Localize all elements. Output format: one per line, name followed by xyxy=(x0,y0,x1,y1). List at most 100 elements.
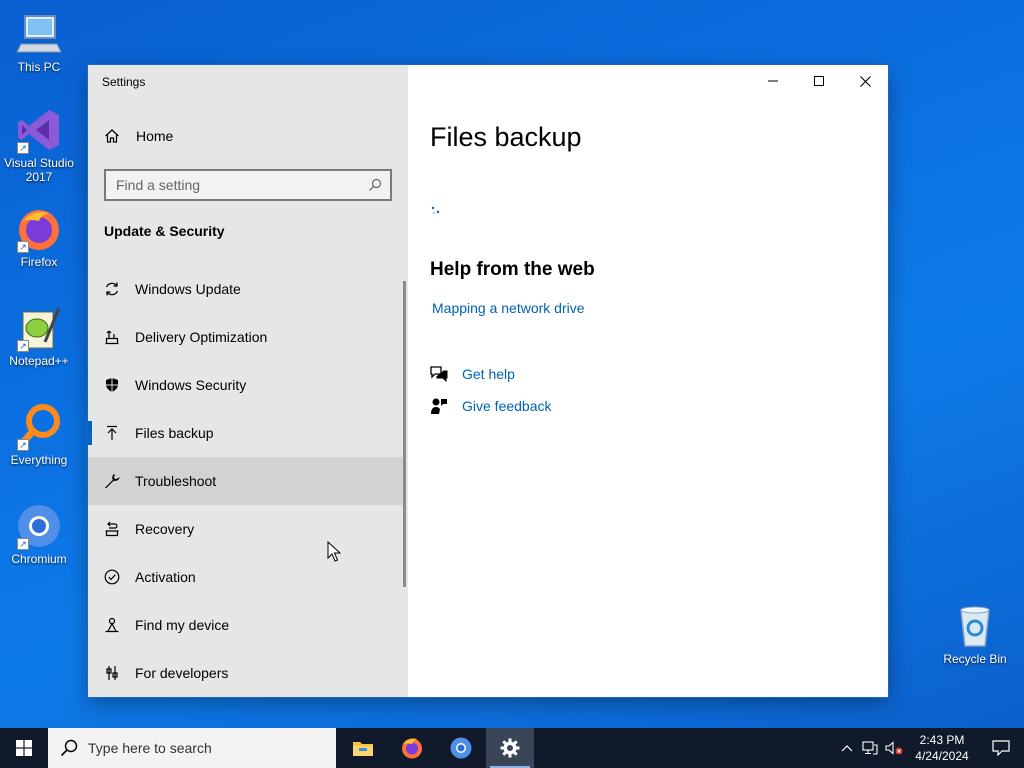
section-title: Update & Security xyxy=(104,223,225,239)
shortcut-arrow-icon: ↗ xyxy=(17,439,29,451)
desktop-icon-chromium[interactable]: ↗ Chromium xyxy=(1,502,77,566)
minimize-button[interactable] xyxy=(750,65,796,97)
find-device-icon xyxy=(104,617,120,633)
visual-studio-icon: ↗ xyxy=(15,106,63,154)
action-center-button[interactable] xyxy=(978,740,1024,756)
help-from-web-title: Help from the web xyxy=(430,259,595,280)
search-icon xyxy=(369,178,382,191)
sidebar-item-label: Recovery xyxy=(135,521,195,537)
settings-window: Settings Home Find a setting Update & Se… xyxy=(88,65,888,697)
feedback-icon xyxy=(431,398,447,414)
sidebar-item-label: Find my device xyxy=(135,617,230,633)
sidebar-item-troubleshoot[interactable]: Troubleshoot xyxy=(88,457,406,505)
settings-gear-icon xyxy=(500,738,520,758)
sidebar-item-label: Windows Security xyxy=(135,377,247,393)
notifications-icon xyxy=(992,740,1010,756)
maximize-icon xyxy=(814,76,824,86)
desktop-icon-recycle-bin[interactable]: Recycle Bin xyxy=(937,602,1013,666)
home-icon xyxy=(105,129,119,143)
desktop-icon-everything[interactable]: ↗ Everything xyxy=(1,403,77,467)
system-tray: 2:43 PM 4/24/2024 xyxy=(836,728,1024,768)
sidebar-item-windows-update[interactable]: Windows Update xyxy=(88,265,406,313)
minimize-icon xyxy=(768,80,778,82)
file-explorer-icon xyxy=(353,742,373,756)
loading-spinner-icon xyxy=(431,206,440,214)
close-icon xyxy=(859,75,871,87)
taskbar-search-placeholder: Type here to search xyxy=(88,740,212,756)
taskbar-search-box[interactable]: Type here to search xyxy=(48,728,336,768)
shield-icon xyxy=(104,377,120,393)
sidebar-item-label: Windows Update xyxy=(135,281,241,297)
sidebar-item-windows-security[interactable]: Windows Security xyxy=(88,361,406,409)
page-title: Files backup xyxy=(430,122,582,152)
sidebar-item-delivery-optimization[interactable]: Delivery Optimization xyxy=(88,313,406,361)
get-help-label: Get help xyxy=(462,366,515,382)
taskbar-chromium[interactable] xyxy=(437,728,485,768)
volume-muted-icon xyxy=(885,741,903,755)
sync-icon xyxy=(104,281,120,297)
sidebar-item-find-my-device[interactable]: Find my device xyxy=(88,601,406,649)
maximize-button[interactable] xyxy=(796,65,842,97)
windows-logo-icon xyxy=(16,740,32,756)
developer-tools-icon xyxy=(104,665,120,681)
sidebar-scrollbar[interactable] xyxy=(403,281,406,587)
desktop-icon-label: Chromium xyxy=(11,552,67,566)
recovery-icon xyxy=(104,521,120,537)
desktop-icon-label: Visual Studio 2017 xyxy=(4,156,74,184)
shortcut-arrow-icon: ↗ xyxy=(17,538,29,550)
desktop-icon-firefox[interactable]: ↗ Firefox xyxy=(1,205,77,269)
taskbar: Type here to search 2:43 PM 4/24/2024 xyxy=(0,728,1024,768)
settings-sidebar: Settings Home Find a setting Update & Se… xyxy=(88,65,408,697)
desktop-icon-this-pc[interactable]: This PC xyxy=(1,10,77,74)
sidebar-item-label: Troubleshoot xyxy=(135,473,217,489)
desktop-icon-label: Notepad++ xyxy=(9,354,69,368)
taskbar-settings[interactable] xyxy=(486,728,534,768)
search-icon xyxy=(60,739,78,757)
sidebar-item-for-developers[interactable]: For developers xyxy=(88,649,406,697)
chromium-icon xyxy=(450,737,472,759)
chromium-icon: ↗ xyxy=(15,502,63,550)
start-button[interactable] xyxy=(0,728,48,768)
desktop-icon-label: This PC xyxy=(17,60,61,74)
sidebar-item-label: Delivery Optimization xyxy=(135,329,268,345)
check-circle-icon xyxy=(104,569,120,585)
firefox-icon: ↗ xyxy=(15,205,63,253)
window-title: Settings xyxy=(102,75,146,89)
give-feedback-label: Give feedback xyxy=(462,398,552,414)
sidebar-item-activation[interactable]: Activation xyxy=(88,553,406,601)
close-button[interactable] xyxy=(842,65,888,97)
desktop-icon-label: Firefox xyxy=(20,255,58,269)
clock-date: 4/24/2024 xyxy=(915,749,969,763)
search-placeholder: Find a setting xyxy=(116,177,201,193)
upload-arrow-icon xyxy=(104,425,120,441)
give-feedback-link[interactable]: Give feedback xyxy=(430,397,552,415)
sidebar-item-label: Files backup xyxy=(135,425,214,441)
shortcut-arrow-icon: ↗ xyxy=(17,340,29,352)
sidebar-item-files-backup[interactable]: Files backup xyxy=(88,409,406,457)
sidebar-nav: Windows Update Delivery Optimization Win… xyxy=(88,265,406,697)
desktop-icon-label: Everything xyxy=(10,453,68,467)
show-hidden-icons-button[interactable] xyxy=(836,744,858,752)
delivery-optimization-icon xyxy=(104,329,120,345)
find-setting-search-input[interactable]: Find a setting xyxy=(104,169,392,201)
sidebar-item-label: For developers xyxy=(135,665,229,681)
network-tray-button[interactable] xyxy=(858,741,882,755)
taskbar-clock[interactable]: 2:43 PM 4/24/2024 xyxy=(906,732,978,764)
get-help-link[interactable]: Get help xyxy=(430,366,515,382)
everything-search-icon: ↗ xyxy=(15,403,63,451)
get-help-icon xyxy=(430,366,448,382)
volume-tray-button[interactable] xyxy=(882,741,906,755)
sidebar-item-recovery[interactable]: Recovery xyxy=(88,505,406,553)
desktop-icon-visual-studio[interactable]: ↗ Visual Studio 2017 xyxy=(1,106,77,184)
network-icon xyxy=(862,741,878,755)
taskbar-file-explorer[interactable] xyxy=(339,728,387,768)
shortcut-arrow-icon: ↗ xyxy=(17,142,29,154)
desktop-icon-notepad-plus-plus[interactable]: ↗ Notepad++ xyxy=(1,304,77,368)
home-label: Home xyxy=(136,128,174,144)
sidebar-home[interactable]: Home xyxy=(104,128,173,144)
this-pc-icon xyxy=(15,10,63,58)
taskbar-firefox[interactable] xyxy=(388,728,436,768)
firefox-icon xyxy=(402,738,422,759)
recycle-bin-icon xyxy=(951,602,999,650)
mapping-network-drive-link[interactable]: Mapping a network drive xyxy=(432,300,585,316)
